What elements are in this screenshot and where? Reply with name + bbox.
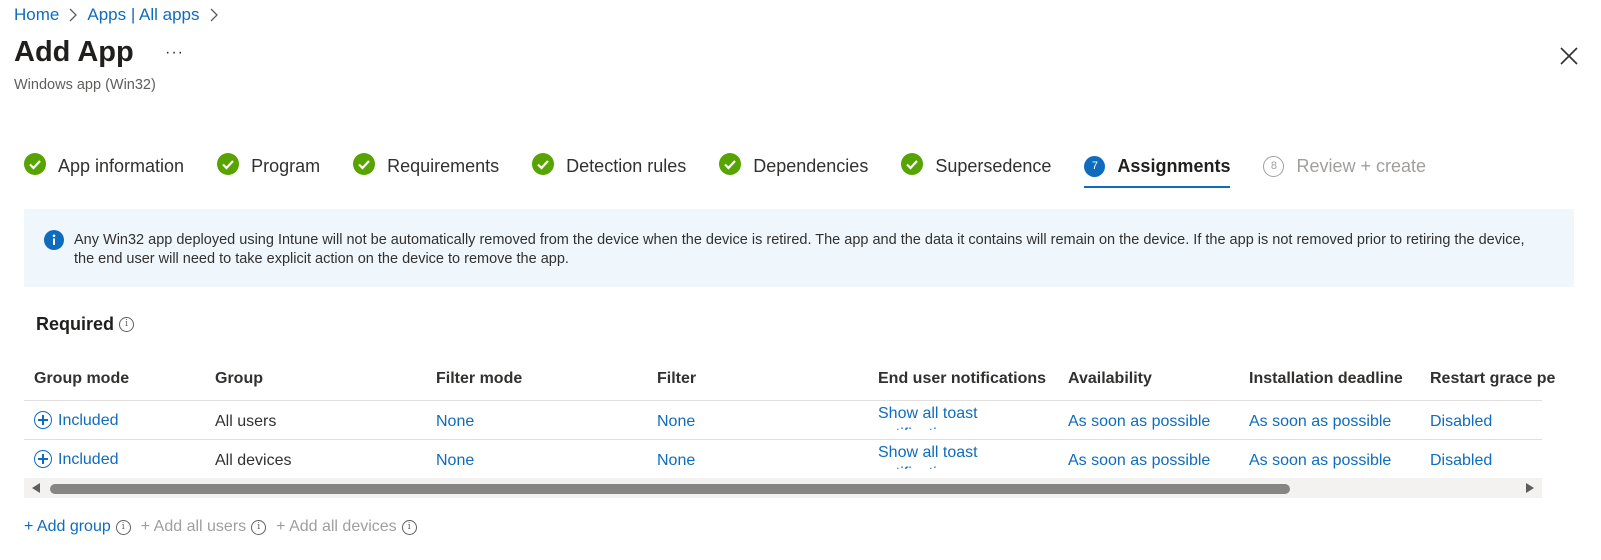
group-cell: All users xyxy=(215,413,277,430)
step-number-badge: 8 xyxy=(1263,155,1285,177)
step-number-badge: 7 xyxy=(1084,155,1106,177)
breadcrumb-apps-link[interactable]: Apps | All apps xyxy=(87,5,199,25)
step-label: Supersedence xyxy=(935,155,1052,176)
availability-link[interactable]: As soon as possible xyxy=(1068,452,1210,470)
column-header: End user notifications xyxy=(878,370,1047,387)
page-title: Add App xyxy=(14,36,134,68)
add-all-devices-action: + Add all devices i xyxy=(276,518,417,536)
add-all-users-action: + Add all users i xyxy=(141,518,267,536)
info-banner: Any Win32 app deployed using Intune will… xyxy=(24,209,1574,287)
section-title: Required xyxy=(36,314,115,334)
page-subtitle: Windows app (Win32) xyxy=(14,77,156,93)
breadcrumb: Home Apps | All apps xyxy=(14,5,228,25)
horizontal-scrollbar[interactable] xyxy=(24,478,1542,498)
end-user-notifications-link[interactable]: Show all toast notifications xyxy=(878,442,1028,469)
step-label: Program xyxy=(251,155,321,176)
column-header: Installation deadline xyxy=(1249,370,1403,387)
check-circle-icon xyxy=(353,152,376,180)
restart-grace-link[interactable]: Disabled xyxy=(1430,413,1492,431)
breadcrumb-home-link[interactable]: Home xyxy=(14,5,59,25)
check-circle-icon xyxy=(719,152,742,180)
group-cell: All devices xyxy=(215,452,292,469)
step-program[interactable]: Program xyxy=(217,152,320,180)
step-supersedence[interactable]: Supersedence xyxy=(901,152,1051,180)
wizard-steps: App information Program Requirements Det… xyxy=(24,152,1459,188)
step-label: Review + create xyxy=(1296,155,1427,176)
check-circle-icon xyxy=(532,152,555,180)
installation-deadline-link[interactable]: As soon as possible xyxy=(1249,413,1391,431)
group-mode-link[interactable]: Included xyxy=(34,450,119,469)
filter-mode-link[interactable]: None xyxy=(436,452,474,470)
step-detection-rules[interactable]: Detection rules xyxy=(532,152,686,180)
table-row: Included All devices None None Show all … xyxy=(24,440,1542,479)
info-icon xyxy=(44,230,64,250)
column-header: Filter mode xyxy=(436,370,523,387)
check-circle-icon xyxy=(901,152,924,180)
add-group-action: + Add group i xyxy=(24,518,131,536)
step-label: Dependencies xyxy=(753,155,869,176)
more-options-icon[interactable]: ··· xyxy=(165,44,184,62)
filter-mode-link[interactable]: None xyxy=(436,413,474,431)
chevron-right-icon xyxy=(209,8,219,22)
close-icon[interactable] xyxy=(1560,47,1580,67)
info-icon[interactable]: i xyxy=(115,519,131,535)
info-icon[interactable]: i xyxy=(251,519,267,535)
end-user-notifications-link[interactable]: Show all toast notifications xyxy=(878,403,1028,430)
group-mode-link[interactable]: Included xyxy=(34,411,119,430)
step-dependencies[interactable]: Dependencies xyxy=(719,152,868,180)
info-icon[interactable]: i xyxy=(401,519,417,535)
check-circle-icon xyxy=(24,152,46,180)
availability-link[interactable]: As soon as possible xyxy=(1068,413,1210,431)
info-icon[interactable]: i xyxy=(119,317,135,332)
group-mode-label: Included xyxy=(58,451,119,468)
column-header: Group xyxy=(215,370,263,387)
group-mode-label: Included xyxy=(58,412,119,429)
column-header: Filter xyxy=(657,370,697,387)
step-assignments[interactable]: 7 Assignments xyxy=(1084,152,1231,188)
column-header: Restart grace pe xyxy=(1430,370,1556,387)
check-circle-icon xyxy=(217,152,240,180)
chevron-right-icon xyxy=(68,8,78,22)
filter-link[interactable]: None xyxy=(657,413,695,431)
scroll-right-arrow-icon[interactable] xyxy=(1526,483,1534,493)
step-label: App information xyxy=(58,155,185,176)
column-header: Group mode xyxy=(34,370,130,387)
section-heading-required: Required i xyxy=(36,314,135,335)
step-label: Assignments xyxy=(1117,155,1231,176)
step-requirements[interactable]: Requirements xyxy=(353,152,499,180)
step-label: Requirements xyxy=(387,155,500,176)
add-circle-icon xyxy=(34,450,52,468)
assignment-actions: + Add group i + Add all users i + Add al… xyxy=(24,518,427,536)
restart-grace-link[interactable]: Disabled xyxy=(1430,452,1492,470)
scrollbar-thumb[interactable] xyxy=(50,484,1290,494)
table-header-row: Group mode Group Filter mode Filter End … xyxy=(24,370,1555,401)
column-header: Availability xyxy=(1068,370,1152,387)
add-all-devices-link[interactable]: + Add all devices xyxy=(276,518,397,536)
step-review-create: 8 Review + create xyxy=(1263,152,1426,180)
step-app-information[interactable]: App information xyxy=(24,152,184,180)
step-label: Detection rules xyxy=(566,155,687,176)
add-all-users-link[interactable]: + Add all users xyxy=(141,518,246,536)
table-row: Included All users None None Show all to… xyxy=(24,401,1542,440)
add-circle-icon xyxy=(34,411,52,429)
scroll-left-arrow-icon[interactable] xyxy=(32,483,40,493)
filter-link[interactable]: None xyxy=(657,452,695,470)
info-banner-text: Any Win32 app deployed using Intune will… xyxy=(74,232,1525,267)
add-group-link[interactable]: + Add group xyxy=(24,518,111,536)
installation-deadline-link[interactable]: As soon as possible xyxy=(1249,452,1391,470)
